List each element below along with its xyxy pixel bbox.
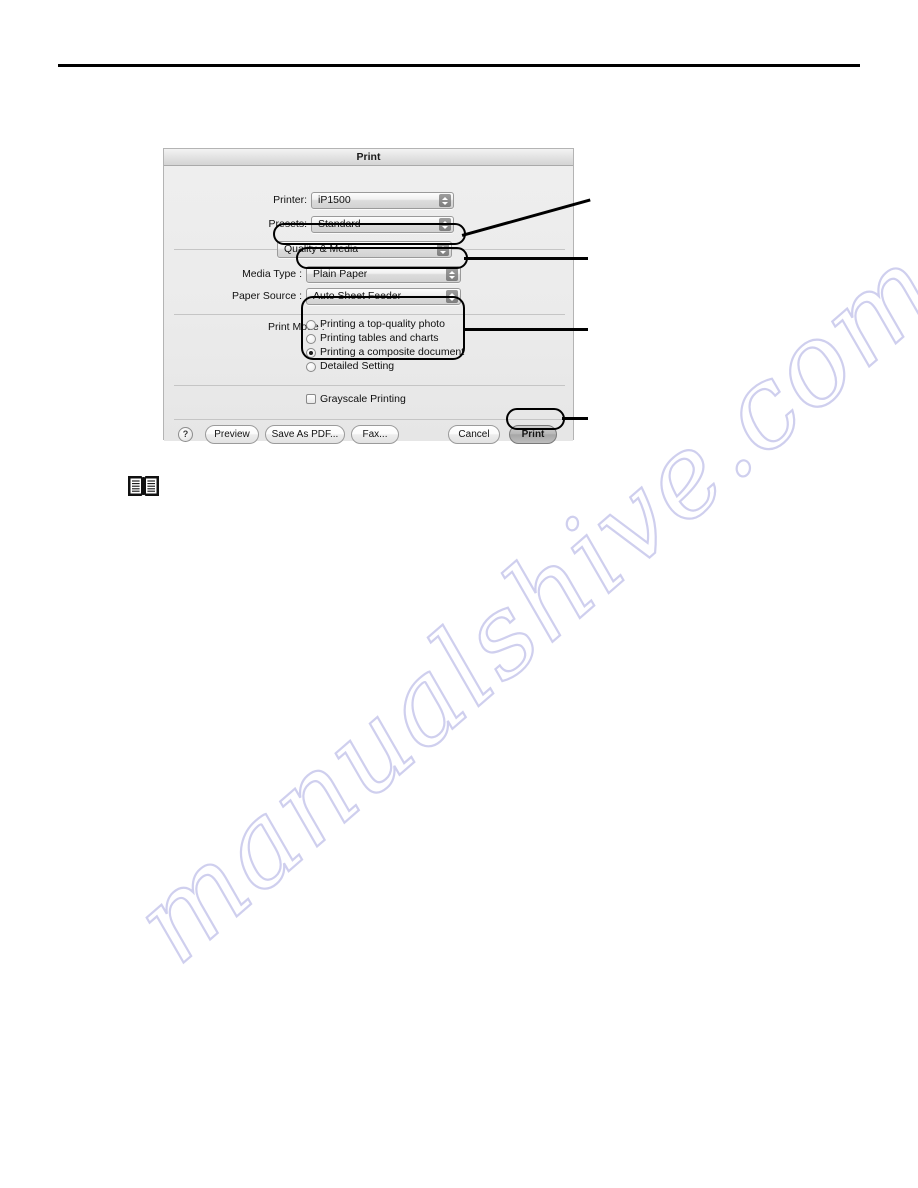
media-type-row: Media Type : Plain Paper bbox=[164, 266, 573, 283]
radio-icon-selected[interactable] bbox=[306, 347, 316, 358]
media-type-label: Media Type : bbox=[242, 268, 302, 281]
printer-popup[interactable]: iP1500 bbox=[311, 192, 454, 209]
separator-grayscale-top bbox=[174, 385, 565, 386]
separator-buttonbar bbox=[174, 419, 565, 420]
pane-popup[interactable]: Quality & Media bbox=[277, 241, 452, 258]
media-type-popup-value: Plain Paper bbox=[313, 269, 368, 280]
callout-leader-print-mode bbox=[463, 328, 588, 331]
printer-label: Printer: bbox=[273, 194, 307, 207]
presets-popup-value: Standard bbox=[318, 219, 361, 230]
print-mode-label: Print Mode : bbox=[268, 321, 325, 333]
checkbox-icon[interactable] bbox=[306, 394, 316, 405]
chevron-updown-icon bbox=[446, 268, 458, 281]
cancel-button[interactable]: Cancel bbox=[448, 425, 500, 444]
callout-leader-media-type bbox=[464, 257, 588, 260]
page-header-rule bbox=[58, 64, 860, 67]
grayscale-printing-label: Grayscale Printing bbox=[320, 393, 406, 405]
grayscale-printing-checkbox-row[interactable]: Grayscale Printing bbox=[306, 394, 406, 405]
separator-print-mode bbox=[174, 314, 565, 315]
printer-popup-value: iP1500 bbox=[318, 195, 351, 206]
chevron-updown-icon bbox=[439, 218, 451, 231]
callout-leader-print-button bbox=[562, 417, 588, 420]
print-mode-group: Printing a top-quality photo Printing ta… bbox=[306, 318, 464, 374]
chevron-updown-icon bbox=[439, 194, 451, 207]
help-button[interactable]: ? bbox=[178, 427, 193, 442]
pane-popup-value: Quality & Media bbox=[284, 244, 359, 255]
print-button[interactable]: Print bbox=[509, 425, 557, 444]
dialog-titlebar: Print bbox=[164, 149, 573, 166]
presets-row: Presets: Standard bbox=[164, 216, 573, 233]
chevron-updown-icon bbox=[446, 290, 458, 303]
radio-icon[interactable] bbox=[306, 319, 316, 330]
paper-source-label: Paper Source : bbox=[231, 290, 302, 303]
radio-row-top-quality-photo[interactable]: Printing a top-quality photo bbox=[306, 318, 464, 331]
radio-label: Printing a top-quality photo bbox=[320, 318, 445, 331]
radio-row-detailed-setting[interactable]: Detailed Setting bbox=[306, 360, 464, 373]
dialog-body: Printer: iP1500 Presets: Standard Qualit… bbox=[164, 166, 573, 444]
radio-label: Printing tables and charts bbox=[320, 332, 439, 345]
paper-source-popup-value: Auto Sheet Feeder bbox=[313, 291, 402, 302]
save-as-pdf-button[interactable]: Save As PDF... bbox=[265, 425, 345, 444]
preview-button[interactable]: Preview bbox=[205, 425, 259, 444]
fax-button[interactable]: Fax... bbox=[351, 425, 399, 444]
paper-source-popup[interactable]: Auto Sheet Feeder bbox=[306, 288, 461, 305]
radio-label: Printing a composite document bbox=[320, 346, 465, 359]
radio-row-composite-document[interactable]: Printing a composite document bbox=[306, 346, 464, 359]
presets-popup[interactable]: Standard bbox=[311, 216, 454, 233]
radio-icon[interactable] bbox=[306, 361, 316, 372]
paper-source-row: Paper Source : Auto Sheet Feeder bbox=[164, 288, 573, 305]
dialog-button-bar: ? Preview Save As PDF... Fax... Cancel P… bbox=[164, 422, 575, 458]
open-book-icon bbox=[127, 474, 160, 499]
media-type-popup[interactable]: Plain Paper bbox=[306, 266, 461, 283]
radio-label: Detailed Setting bbox=[320, 360, 395, 373]
pane-row: Quality & Media bbox=[164, 241, 573, 258]
radio-icon[interactable] bbox=[306, 333, 316, 344]
dialog-title: Print bbox=[356, 150, 381, 163]
radio-row-tables-and-charts[interactable]: Printing tables and charts bbox=[306, 332, 464, 345]
presets-label: Presets: bbox=[268, 218, 307, 231]
print-dialog: Print Printer: iP1500 Presets: Standard bbox=[163, 148, 574, 444]
printer-row: Printer: iP1500 bbox=[164, 192, 573, 209]
chevron-updown-icon bbox=[437, 243, 449, 256]
